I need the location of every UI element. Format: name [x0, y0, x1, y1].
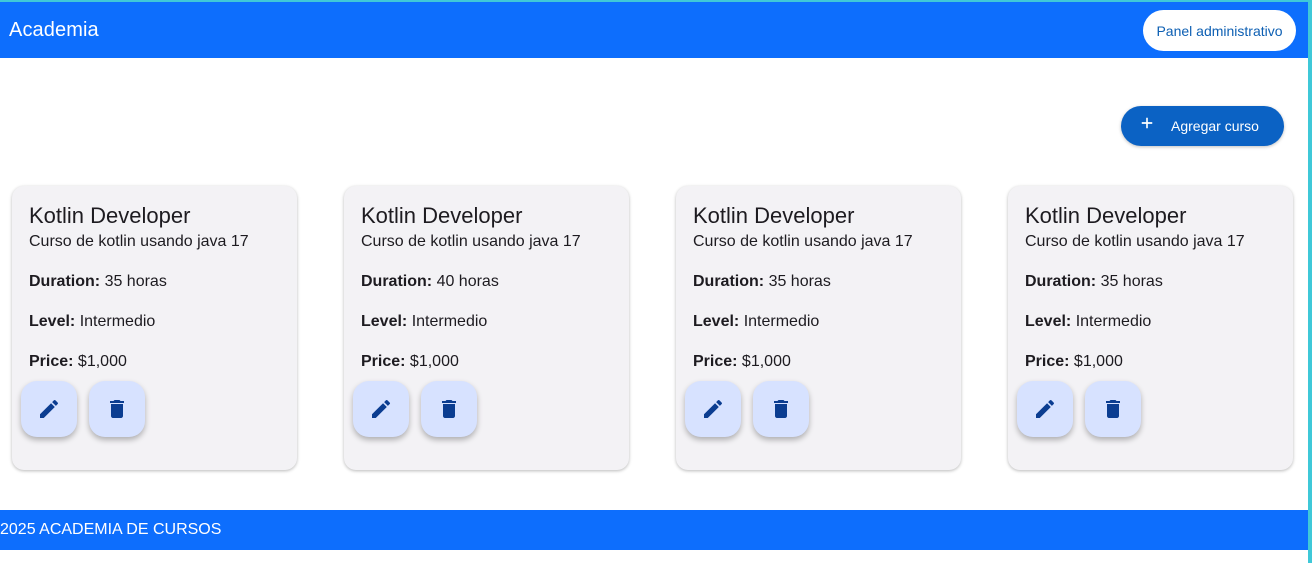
edit-course-button[interactable] — [1017, 381, 1073, 437]
app-bar: Academia Panel administrativo — [0, 2, 1308, 58]
price-value: $1,000 — [77, 353, 127, 370]
pencil-icon — [1036, 399, 1055, 418]
price-label: Price: — [1025, 353, 1070, 370]
app-title: Academia — [9, 19, 99, 41]
level-value: Intermedio — [79, 313, 156, 330]
add-course-button[interactable]: Agregar curso — [1121, 106, 1284, 146]
edit-course-button[interactable] — [685, 381, 741, 437]
course-duration: Duration: 35 horas — [693, 273, 831, 291]
duration-label: Duration: — [29, 273, 101, 290]
duration-label: Duration: — [361, 273, 433, 290]
pencil-icon — [40, 399, 59, 418]
plus-icon — [1141, 117, 1153, 129]
course-card: Kotlin Developer Curso de kotlin usando … — [12, 186, 297, 470]
course-description: Curso de kotlin usando java 17 — [1025, 233, 1245, 250]
edit-course-button[interactable] — [21, 381, 77, 437]
trash-icon — [1106, 400, 1120, 418]
pencil-icon — [704, 399, 723, 418]
window-frame-right — [1308, 0, 1312, 563]
price-value: $1,000 — [409, 353, 459, 370]
admin-panel-button[interactable]: Panel administrativo — [1143, 10, 1296, 51]
course-title: Kotlin Developer — [29, 203, 191, 228]
price-label: Price: — [693, 353, 738, 370]
duration-value: 35 horas — [768, 273, 831, 290]
footer-text: 2025 ACADEMIA DE CURSOS — [0, 521, 222, 538]
edit-course-button[interactable] — [353, 381, 409, 437]
course-level: Level: Intermedio — [1025, 313, 1151, 331]
level-label: Level: — [1025, 313, 1072, 330]
trash-icon — [774, 400, 788, 418]
course-card: Kotlin Developer Curso de kotlin usando … — [1008, 186, 1293, 470]
delete-course-button[interactable] — [1085, 381, 1141, 437]
level-label: Level: — [29, 313, 76, 330]
course-card: Kotlin Developer Curso de kotlin usando … — [676, 186, 961, 470]
course-level: Level: Intermedio — [361, 313, 487, 331]
course-duration: Duration: 35 horas — [29, 273, 167, 291]
course-card: Kotlin Developer Curso de kotlin usando … — [344, 186, 629, 470]
course-price: Price: $1,000 — [1025, 353, 1123, 371]
course-price: Price: $1,000 — [693, 353, 791, 371]
delete-course-button[interactable] — [89, 381, 145, 437]
level-value: Intermedio — [411, 313, 488, 330]
level-value: Intermedio — [743, 313, 820, 330]
course-level: Level: Intermedio — [693, 313, 819, 331]
footer: 2025 ACADEMIA DE CURSOS — [0, 510, 1308, 550]
duration-label: Duration: — [693, 273, 765, 290]
delete-course-button[interactable] — [753, 381, 809, 437]
price-label: Price: — [29, 353, 74, 370]
delete-course-button[interactable] — [421, 381, 477, 437]
add-course-label: Agregar curso — [1171, 118, 1259, 134]
price-value: $1,000 — [1073, 353, 1123, 370]
course-level: Level: Intermedio — [29, 313, 155, 331]
course-title: Kotlin Developer — [693, 203, 855, 228]
price-value: $1,000 — [741, 353, 791, 370]
course-title: Kotlin Developer — [1025, 203, 1187, 228]
duration-value: 40 horas — [436, 273, 499, 290]
course-duration: Duration: 40 horas — [361, 273, 499, 291]
course-title: Kotlin Developer — [361, 203, 523, 228]
level-label: Level: — [693, 313, 740, 330]
level-label: Level: — [361, 313, 408, 330]
level-value: Intermedio — [1075, 313, 1152, 330]
duration-label: Duration: — [1025, 273, 1097, 290]
trash-icon — [442, 400, 456, 418]
course-description: Curso de kotlin usando java 17 — [361, 233, 581, 250]
course-price: Price: $1,000 — [29, 353, 127, 371]
trash-icon — [110, 400, 124, 418]
course-description: Curso de kotlin usando java 17 — [29, 233, 249, 250]
duration-value: 35 horas — [104, 273, 167, 290]
duration-value: 35 horas — [1100, 273, 1163, 290]
course-duration: Duration: 35 horas — [1025, 273, 1163, 291]
price-label: Price: — [361, 353, 406, 370]
course-price: Price: $1,000 — [361, 353, 459, 371]
course-description: Curso de kotlin usando java 17 — [693, 233, 913, 250]
pencil-icon — [372, 399, 391, 418]
